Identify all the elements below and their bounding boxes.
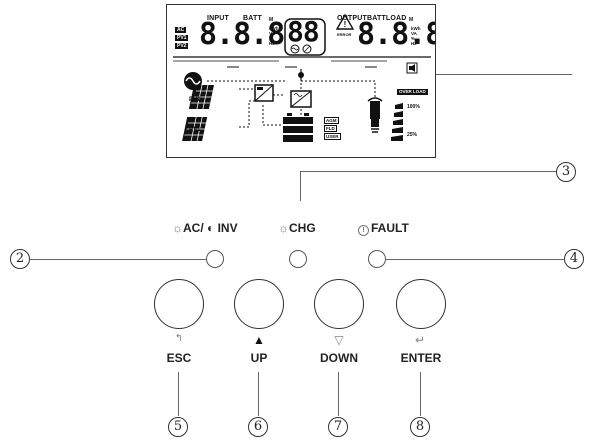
- error-label: ERROR: [337, 32, 352, 37]
- sun-icon: ☼: [278, 221, 289, 235]
- esc-button[interactable]: [154, 279, 204, 329]
- callout-4-line: [386, 259, 564, 260]
- inverter-box-icon: [290, 90, 312, 108]
- up-button[interactable]: [234, 279, 284, 329]
- battery-type-fld: FLD: [324, 125, 337, 132]
- callout-6: 6: [248, 417, 268, 437]
- sun-icon: ☼: [172, 221, 183, 235]
- callout-6-line: [258, 372, 259, 416]
- callout-3: 3: [556, 162, 576, 182]
- pv1-label: PV1: [189, 127, 201, 133]
- callout-3-line: [300, 171, 562, 172]
- overload-tag: OVER LOAD: [397, 89, 428, 95]
- up-arrow-icon: ▲: [253, 333, 265, 347]
- callout-5: 5: [168, 417, 188, 437]
- center-digits: 88: [287, 15, 320, 48]
- mppt-box-icon: [254, 84, 274, 102]
- load-pct-high: 100%: [407, 104, 420, 110]
- grid-tower-icon: [298, 69, 304, 81]
- lcd-display: ! INPUT BATT M OUTPUTBATTLOAD M AC PV1 P…: [166, 4, 436, 158]
- callout-8-line: [420, 372, 421, 416]
- callout-2-line: [30, 259, 206, 260]
- battery-type-agm: AGM: [324, 117, 339, 124]
- callout-2: 2: [10, 249, 30, 269]
- acinv-led-label: ☼AC/ ◐ INV: [172, 221, 238, 235]
- enter-button[interactable]: [396, 279, 446, 329]
- chg-led-label: ☼CHG: [278, 221, 316, 235]
- battery-type-user: USER: [324, 133, 341, 140]
- load-bulb-icon: [367, 97, 383, 133]
- fault-led-label: ! FAULT: [358, 221, 409, 236]
- down-button[interactable]: [314, 279, 364, 329]
- fault-warning-icon: !: [358, 225, 369, 236]
- pv2-source-tag: PV2: [175, 43, 189, 49]
- down-label: DOWN: [320, 351, 358, 365]
- callout-5-line: [178, 372, 179, 416]
- right-digits: 8.8.8: [357, 17, 436, 52]
- callout-3-drop: [300, 171, 301, 201]
- enter-label: ENTER: [400, 351, 442, 365]
- down-arrow-icon: ▽: [334, 333, 344, 347]
- acinv-led: [206, 250, 224, 268]
- pv1-source-tag: PV1: [175, 35, 189, 41]
- callout-4: 4: [564, 249, 584, 269]
- right-unit-hz: Hz: [411, 41, 417, 46]
- up-label: UP: [250, 351, 268, 365]
- lcd-pointer-line: [436, 74, 572, 75]
- callout-7-line: [338, 372, 339, 416]
- esc-label: ESC: [166, 351, 192, 365]
- load-pct-low: 25%: [407, 132, 418, 138]
- esc-icon: ↰: [174, 333, 184, 344]
- callout-8: 8: [410, 417, 430, 437]
- pv2-label: PV2: [189, 97, 201, 103]
- left-unit-hz: Hz: [269, 41, 275, 46]
- enter-icon: ↵: [414, 333, 426, 347]
- chg-led: [289, 250, 307, 268]
- load-level-bars: [391, 103, 403, 141]
- fault-led: [368, 250, 386, 268]
- speaker-icon: [406, 62, 418, 74]
- callout-7: 7: [328, 417, 348, 437]
- battery-stack-icon: [283, 113, 313, 142]
- ac-source-tag: AC: [175, 27, 187, 33]
